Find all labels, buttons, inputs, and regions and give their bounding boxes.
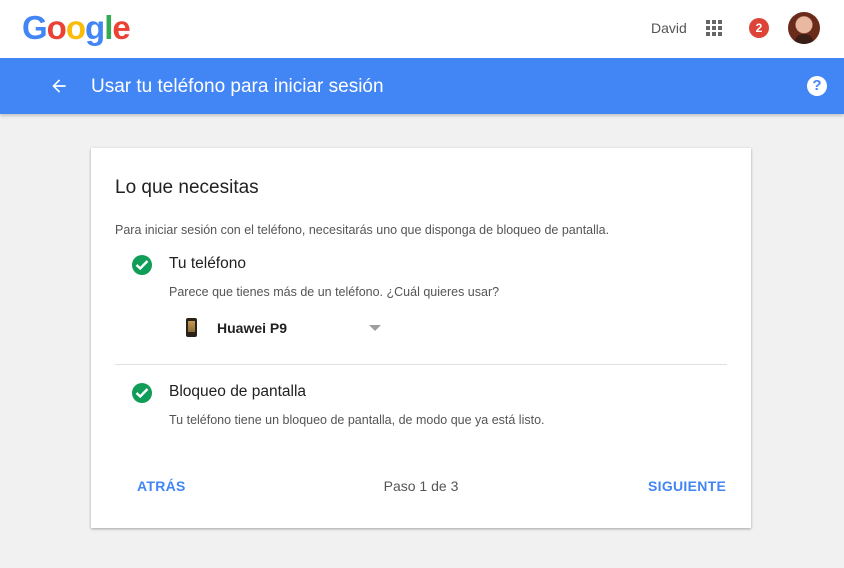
logo-letter-o: o (65, 9, 86, 46)
avatar[interactable] (788, 12, 820, 44)
next-button[interactable]: SIGUIENTE (648, 478, 726, 494)
device-selector[interactable]: Huawei P9 (186, 316, 386, 338)
page-title: Usar tu teléfono para iniciar sesión (91, 76, 384, 97)
logo-letter-g: g (85, 9, 105, 46)
apps-grid-icon[interactable] (706, 20, 722, 36)
google-logo[interactable]: Google (22, 9, 131, 46)
check-circle-icon (132, 255, 152, 275)
card-title: Lo que necesitas (115, 177, 259, 198)
top-header: Google David 2 (0, 0, 844, 58)
requirements-card: Lo que necesitas Para iniciar sesión con… (91, 148, 751, 528)
requirement-title: Tu teléfono (169, 255, 246, 272)
requirement-description: Parece que tienes más de un teléfono. ¿C… (169, 285, 500, 299)
card-intro: Para iniciar sesión con el teléfono, nec… (115, 223, 610, 237)
user-name[interactable]: David (651, 20, 687, 36)
phone-icon (186, 318, 197, 337)
divider (115, 364, 727, 365)
back-button[interactable]: ATRÁS (137, 478, 186, 494)
help-icon[interactable]: ? (807, 76, 827, 96)
notification-badge[interactable]: 2 (749, 18, 769, 38)
chevron-down-icon[interactable] (369, 325, 381, 331)
logo-letter-o: o (46, 9, 67, 46)
arrow-back-icon[interactable] (49, 76, 69, 96)
requirement-description: Tu teléfono tiene un bloqueo de pantalla… (169, 413, 545, 427)
device-name: Huawei P9 (217, 320, 288, 336)
check-circle-icon (132, 383, 152, 403)
logo-letter-e: e (112, 9, 130, 46)
logo-letter-l: l (104, 9, 113, 46)
requirement-title: Bloqueo de pantalla (169, 383, 307, 400)
logo-letter-g: G (22, 9, 48, 46)
page-title-bar: Usar tu teléfono para iniciar sesión ? (0, 58, 844, 114)
